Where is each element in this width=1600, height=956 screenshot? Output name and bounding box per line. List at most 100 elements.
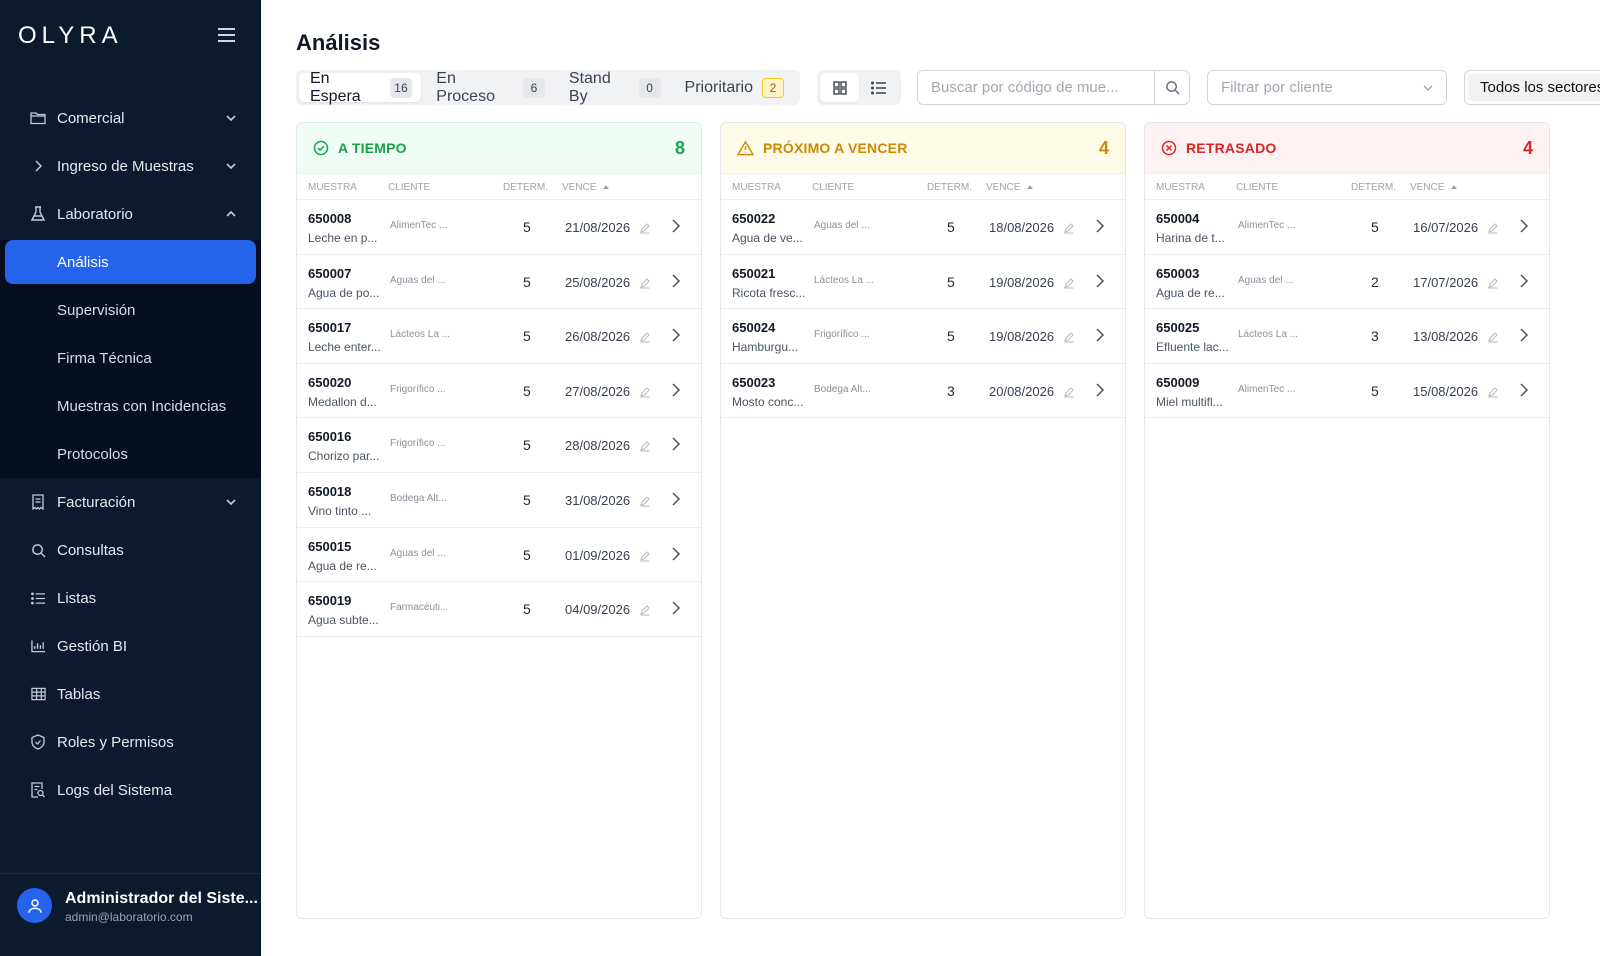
sidebar-item-consultas[interactable]: Consultas — [0, 526, 261, 574]
open-detail-chevron-icon[interactable] — [671, 546, 681, 567]
open-detail-chevron-icon[interactable] — [671, 218, 681, 239]
search-icon[interactable] — [1154, 71, 1189, 104]
edit-date-icon[interactable] — [639, 276, 651, 294]
chevron-down-icon[interactable] — [225, 159, 237, 176]
header-cliente[interactable]: CLIENTE — [388, 182, 430, 193]
sample-row[interactable]: 650023 Mosto conc... Bodega Alt... 3 20/08/2… — [721, 364, 1125, 419]
sidebar-item-gestión-bi[interactable]: Gestión BI — [0, 622, 261, 670]
open-detail-chevron-icon[interactable] — [1095, 382, 1105, 403]
edit-date-icon[interactable] — [1487, 385, 1499, 403]
open-detail-chevron-icon[interactable] — [671, 436, 681, 457]
tab-en-proceso[interactable]: En Proceso 6 — [425, 70, 554, 105]
edit-date-icon[interactable] — [1487, 276, 1499, 294]
edit-date-icon[interactable] — [639, 549, 651, 567]
sidebar-item-comercial[interactable]: Comercial — [0, 94, 261, 142]
sidebar-item-ingreso-de-muestras[interactable]: Ingreso de Muestras — [0, 142, 261, 190]
edit-date-icon[interactable] — [1063, 276, 1075, 294]
sample-row[interactable]: 650003 Agua de re... Aguas del ... 2 17/07/2… — [1145, 255, 1549, 310]
sample-row[interactable]: 650020 Medallon d... Frigorífico ... 5 27/08… — [297, 364, 701, 419]
header-cliente[interactable]: CLIENTE — [1236, 182, 1278, 193]
header-determ[interactable]: DETERM. — [1351, 182, 1396, 193]
edit-date-icon[interactable] — [1487, 221, 1499, 239]
edit-date-icon[interactable] — [1063, 330, 1075, 348]
open-detail-chevron-icon[interactable] — [1519, 327, 1529, 348]
edit-date-icon[interactable] — [639, 330, 651, 348]
edit-date-icon[interactable] — [639, 603, 651, 621]
sidebar-item-roles-y-permisos[interactable]: Roles y Permisos — [0, 718, 261, 766]
list-view-icon[interactable] — [859, 73, 898, 102]
open-detail-chevron-icon[interactable] — [1095, 218, 1105, 239]
sample-description: Miel multifl... — [1156, 394, 1223, 409]
laboratorio-submenu: Análisis Supervisión Firma Técnica Muestras… — [0, 240, 261, 478]
edit-date-icon[interactable] — [1063, 385, 1075, 403]
sidebar-item-facturación[interactable]: Facturación — [0, 478, 261, 526]
sample-row[interactable]: 650008 Leche en p... AlimenTec ... 5 21/08/2… — [297, 200, 701, 255]
sample-determinations: 5 — [1371, 382, 1379, 399]
open-detail-chevron-icon[interactable] — [671, 600, 681, 621]
sample-row[interactable]: 650024 Hamburgu... Frigorífico ... 5 19/08/2… — [721, 309, 1125, 364]
sample-row[interactable]: 650007 Agua de po... Aguas del ... 5 25/08/2… — [297, 255, 701, 310]
open-detail-chevron-icon[interactable] — [1519, 218, 1529, 239]
open-detail-chevron-icon[interactable] — [1519, 273, 1529, 294]
open-detail-chevron-icon[interactable] — [671, 327, 681, 348]
sidebar-subitem[interactable]: Firma Técnica — [0, 334, 261, 382]
sample-row[interactable]: 650019 Agua subte... Farmacéuti... 5 04/09/2… — [297, 582, 701, 637]
sample-row[interactable]: 650004 Harina de t... AlimenTec ... 5 16/07/… — [1145, 200, 1549, 255]
open-detail-chevron-icon[interactable] — [1519, 382, 1529, 403]
sector-filter-select[interactable]: Todos los sectores — [1464, 70, 1600, 105]
header-vence[interactable]: VENCE — [1410, 182, 1458, 193]
edit-date-icon[interactable] — [639, 385, 651, 403]
client-filter-select[interactable]: Filtrar por cliente — [1207, 70, 1447, 105]
header-muestra[interactable]: MUESTRA — [1156, 182, 1205, 193]
column-header: A TIEMPO 8 — [297, 123, 701, 174]
header-muestra[interactable]: MUESTRA — [308, 182, 357, 193]
edit-date-icon[interactable] — [639, 494, 651, 512]
sample-client: Frigorífico ... — [814, 329, 870, 341]
sidebar-item-listas[interactable]: Listas — [0, 574, 261, 622]
sample-description: Medallon d... — [308, 394, 377, 409]
user-profile[interactable]: Administrador del Siste... admin@laborat… — [0, 873, 261, 956]
sidebar-subitem[interactable]: Muestras con Incidencias — [0, 382, 261, 430]
sidebar-subitem[interactable]: Supervisión — [0, 286, 261, 334]
sample-row[interactable]: 650021 Ricota fresc... Lácteos La ... 5 19/0… — [721, 255, 1125, 310]
chevron-down-icon[interactable] — [225, 111, 237, 128]
sample-row[interactable]: 650015 Agua de re... Aguas del ... 5 01/09/2… — [297, 528, 701, 583]
header-determ[interactable]: DETERM. — [503, 182, 548, 193]
header-cliente[interactable]: CLIENTE — [812, 182, 854, 193]
header-vence[interactable]: VENCE — [986, 182, 1034, 193]
sidebar-subitem[interactable]: Protocolos — [0, 430, 261, 478]
sample-id: 650020 — [308, 374, 352, 390]
sidebar-item-tablas[interactable]: Tablas — [0, 670, 261, 718]
edit-date-icon[interactable] — [1063, 221, 1075, 239]
tab-en-espera[interactable]: En Espera 16 — [299, 70, 422, 105]
edit-date-icon[interactable] — [1487, 330, 1499, 348]
chevron-up-icon[interactable] — [225, 207, 237, 224]
sidebar-item-logs-del-sistema[interactable]: Logs del Sistema — [0, 766, 261, 814]
edit-date-icon[interactable] — [639, 439, 651, 457]
tab-stand-by[interactable]: Stand By 0 — [558, 70, 670, 105]
open-detail-chevron-icon[interactable] — [671, 491, 681, 512]
open-detail-chevron-icon[interactable] — [1095, 273, 1105, 294]
header-determ[interactable]: DETERM. — [927, 182, 972, 193]
sample-row[interactable]: 650018 Vino tinto ... Bodega Alt... 5 31/08/… — [297, 473, 701, 528]
open-detail-chevron-icon[interactable] — [671, 273, 681, 294]
chevron-down-icon[interactable] — [225, 495, 237, 512]
open-detail-chevron-icon[interactable] — [671, 382, 681, 403]
edit-date-icon[interactable] — [639, 221, 651, 239]
header-muestra[interactable]: MUESTRA — [732, 182, 781, 193]
sample-row[interactable]: 650025 Efluente lac... Lácteos La ... 3 13/0… — [1145, 309, 1549, 364]
grid-view-icon[interactable] — [820, 73, 859, 102]
sample-row[interactable]: 650017 Leche enter... Lácteos La ... 5 26/08… — [297, 309, 701, 364]
sample-description: Harina de t... — [1156, 231, 1225, 245]
sector-filter-value: Todos los sectores — [1468, 74, 1600, 101]
sample-row[interactable]: 650016 Chorizo par... Frigorífico ... 5 28/0… — [297, 418, 701, 473]
sidebar-subitem[interactable]: Análisis — [5, 240, 256, 284]
menu-toggle-icon[interactable] — [218, 28, 235, 42]
header-vence[interactable]: VENCE — [562, 182, 610, 193]
sidebar-item-laboratorio[interactable]: Laboratorio — [0, 190, 261, 238]
search-input[interactable] — [918, 71, 1154, 104]
sample-row[interactable]: 650009 Miel multifl... AlimenTec ... 5 15/08… — [1145, 364, 1549, 419]
sample-row[interactable]: 650022 Agua de ve... Aguas del ... 5 18/08/2… — [721, 200, 1125, 255]
open-detail-chevron-icon[interactable] — [1095, 327, 1105, 348]
tab-prioritario[interactable]: Prioritario 2 — [674, 73, 793, 102]
